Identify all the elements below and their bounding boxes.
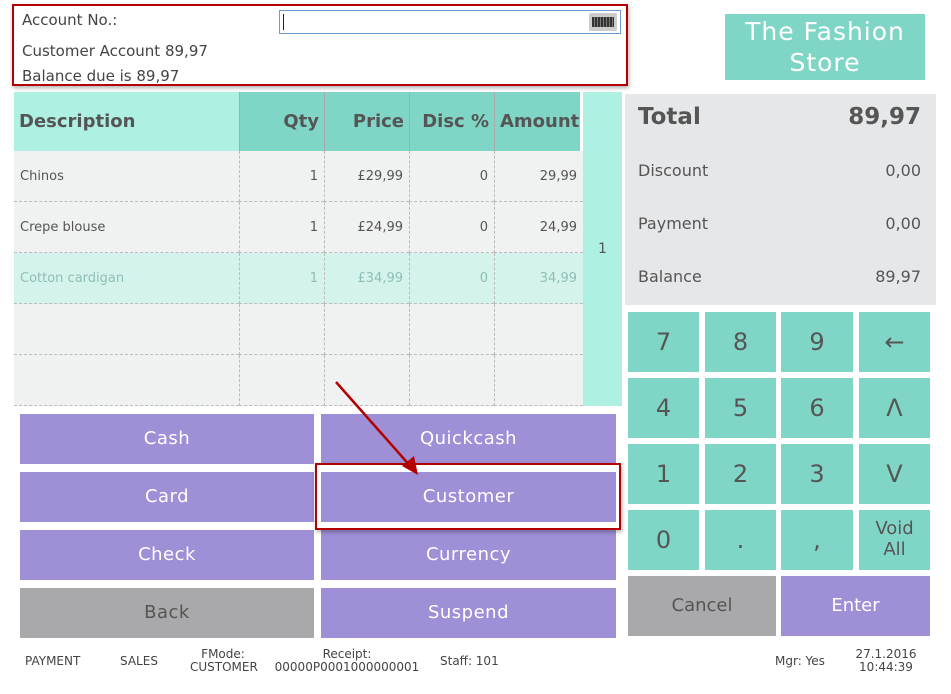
balance-value: 89,97 xyxy=(875,267,921,286)
currency-button[interactable]: Currency xyxy=(321,530,616,580)
table-cell: Crepe blouse xyxy=(14,202,239,253)
col-disc[interactable]: Disc % xyxy=(409,92,494,151)
table-cell: 24,99 xyxy=(494,202,583,253)
col-amount[interactable]: Amount xyxy=(494,92,580,151)
back-button[interactable]: Back xyxy=(20,588,314,638)
discount-label: Discount xyxy=(638,161,709,180)
key-down[interactable]: V xyxy=(859,444,930,504)
status-mgr: Mgr: Yes xyxy=(775,654,825,668)
store-logo: The Fashion Store xyxy=(725,14,925,80)
table-cell: Cotton cardigan xyxy=(14,253,239,304)
table-cell: 1 xyxy=(239,151,324,202)
table-cell xyxy=(324,304,409,355)
table-cell: 1 xyxy=(239,202,324,253)
status-receipt: Receipt: 00000P0001000000001 xyxy=(272,648,422,674)
account-number-input[interactable] xyxy=(279,10,621,34)
key-0[interactable]: 0 xyxy=(628,510,699,570)
key-7[interactable]: 7 xyxy=(628,312,699,372)
status-mode: PAYMENT xyxy=(25,654,81,668)
total-value: 89,97 xyxy=(848,104,921,130)
card-button[interactable]: Card xyxy=(20,472,314,522)
key-2[interactable]: 2 xyxy=(705,444,776,504)
col-price[interactable]: Price xyxy=(324,92,409,151)
customer-account-text: Customer Account 89,97 xyxy=(22,42,208,60)
table-cell: £34,99 xyxy=(324,253,409,304)
balance-due-text: Balance due is 89,97 xyxy=(22,67,180,85)
table-cell xyxy=(14,355,239,406)
check-button[interactable]: Check xyxy=(20,530,314,580)
status-datetime: 27.1.2016 10:44:39 xyxy=(852,648,920,674)
table-cell: 0 xyxy=(409,151,494,202)
table-cell: £29,99 xyxy=(324,151,409,202)
key-1[interactable]: 1 xyxy=(628,444,699,504)
keyboard-icon[interactable] xyxy=(589,13,617,31)
col-qty[interactable]: Qty xyxy=(239,92,324,151)
key-8[interactable]: 8 xyxy=(705,312,776,372)
key-comma[interactable]: , xyxy=(781,510,853,570)
key-9[interactable]: 9 xyxy=(781,312,853,372)
totals-panel: Total 89,97 Discount 0,00 Payment 0,00 B… xyxy=(625,94,936,305)
table-cell xyxy=(409,304,494,355)
table-cell xyxy=(239,304,324,355)
payment-value: 0,00 xyxy=(885,214,921,233)
table-cell xyxy=(14,304,239,355)
cash-button[interactable]: Cash xyxy=(20,414,314,464)
key-decimal[interactable]: . xyxy=(705,510,776,570)
key-backspace[interactable]: ← xyxy=(859,312,930,372)
table-cell xyxy=(494,304,583,355)
key-up[interactable]: Λ xyxy=(859,378,930,438)
table-cell: Chinos xyxy=(14,151,239,202)
arrow-annotation xyxy=(335,381,418,475)
cancel-button[interactable]: Cancel xyxy=(628,576,776,636)
suspend-button[interactable]: Suspend xyxy=(321,588,616,638)
payment-label: Payment xyxy=(638,214,709,233)
col-description[interactable]: Description xyxy=(14,92,239,151)
balance-label: Balance xyxy=(638,267,702,286)
table-cell: 29,99 xyxy=(494,151,583,202)
table-cell: 0 xyxy=(409,253,494,304)
discount-value: 0,00 xyxy=(885,161,921,180)
time: 10:44:39 xyxy=(859,660,913,674)
key-6[interactable]: 6 xyxy=(781,378,853,438)
table-cell: 0 xyxy=(409,202,494,253)
table-cell: £24,99 xyxy=(324,202,409,253)
table-cell: 1 xyxy=(239,253,324,304)
receipt-value: 00000P0001000000001 xyxy=(274,660,420,674)
account-label: Account No.: xyxy=(22,11,118,29)
key-5[interactable]: 5 xyxy=(705,378,776,438)
account-panel: Account No.: Customer Account 89,97 Bala… xyxy=(12,4,628,86)
line-count: 1 xyxy=(583,92,622,406)
logo-line2: Store xyxy=(789,48,861,77)
status-staff: Staff: 101 xyxy=(440,654,499,668)
total-label: Total xyxy=(638,104,701,130)
fmode-value: CUSTOMER xyxy=(190,660,258,674)
status-fmode: FMode: CUSTOMER xyxy=(190,648,258,674)
status-sales: SALES xyxy=(120,654,158,668)
logo-line1: The Fashion xyxy=(745,17,905,46)
key-3[interactable]: 3 xyxy=(781,444,853,504)
table-cell: 34,99 xyxy=(494,253,583,304)
key-void-all[interactable]: Void All xyxy=(859,510,930,570)
enter-button[interactable]: Enter xyxy=(781,576,930,636)
key-4[interactable]: 4 xyxy=(628,378,699,438)
table-cell xyxy=(239,355,324,406)
table-cell xyxy=(494,355,583,406)
